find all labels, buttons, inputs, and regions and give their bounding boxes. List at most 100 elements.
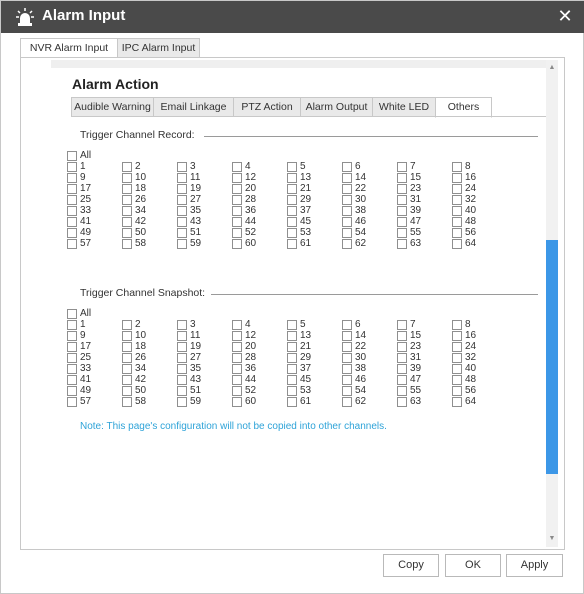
checkbox-box[interactable] [67, 217, 77, 227]
checkbox-box[interactable] [232, 228, 242, 238]
checkbox-box[interactable] [397, 195, 407, 205]
checkbox-box[interactable] [397, 386, 407, 396]
tab-audible-warning[interactable]: Audible Warning [71, 97, 154, 117]
checkbox-box[interactable] [397, 206, 407, 216]
checkbox-box[interactable] [67, 239, 77, 249]
tab-others[interactable]: Others [435, 97, 492, 118]
checkbox-box[interactable] [232, 162, 242, 172]
checkbox-box[interactable] [177, 353, 187, 363]
checkbox-box[interactable] [452, 397, 462, 407]
checkbox-box[interactable] [177, 162, 187, 172]
checkbox-box[interactable] [397, 364, 407, 374]
checkbox-box[interactable] [452, 239, 462, 249]
checkbox-box[interactable] [452, 162, 462, 172]
checkbox-box[interactable] [287, 375, 297, 385]
checkbox-box[interactable] [397, 320, 407, 330]
checkbox-box[interactable] [342, 386, 352, 396]
scroll-thumb[interactable] [546, 240, 558, 474]
checkbox-box[interactable] [177, 320, 187, 330]
checkbox-box[interactable] [122, 364, 132, 374]
checkbox-box[interactable] [452, 331, 462, 341]
checkbox-box[interactable] [232, 342, 242, 352]
checkbox-box[interactable] [177, 173, 187, 183]
checkbox-box[interactable] [452, 206, 462, 216]
checkbox-box[interactable] [452, 173, 462, 183]
ok-button[interactable]: OK [445, 554, 501, 577]
checkbox-box[interactable] [232, 173, 242, 183]
checkbox-box[interactable] [177, 342, 187, 352]
checkbox-box[interactable] [177, 184, 187, 194]
checkbox-box[interactable] [342, 184, 352, 194]
checkbox-box[interactable] [452, 364, 462, 374]
checkbox-box[interactable] [177, 228, 187, 238]
checkbox-box[interactable] [342, 375, 352, 385]
checkbox-box[interactable] [287, 184, 297, 194]
checkbox-box[interactable] [397, 342, 407, 352]
checkbox-box[interactable] [67, 320, 77, 330]
tab-nvr-alarm-input[interactable]: NVR Alarm Input [20, 38, 118, 58]
checkbox-box[interactable] [232, 206, 242, 216]
checkbox-box[interactable] [122, 162, 132, 172]
checkbox-box[interactable] [122, 386, 132, 396]
checkbox-box[interactable] [177, 206, 187, 216]
copy-button[interactable]: Copy [383, 554, 439, 577]
checkbox-box[interactable] [342, 353, 352, 363]
checkbox-box[interactable] [287, 162, 297, 172]
checkbox-box[interactable] [177, 195, 187, 205]
checkbox-box[interactable] [67, 206, 77, 216]
checkbox-box[interactable] [397, 239, 407, 249]
checkbox-box[interactable] [287, 217, 297, 227]
checkbox-box[interactable] [177, 239, 187, 249]
checkbox-box[interactable] [287, 320, 297, 330]
checkbox-box[interactable] [342, 239, 352, 249]
checkbox-box[interactable] [287, 173, 297, 183]
checkbox-box[interactable] [232, 375, 242, 385]
checkbox-box[interactable] [122, 195, 132, 205]
checkbox-box[interactable] [342, 206, 352, 216]
checkbox-box[interactable] [232, 320, 242, 330]
checkbox-box[interactable] [397, 162, 407, 172]
checkbox-box[interactable] [67, 353, 77, 363]
checkbox-box[interactable] [67, 184, 77, 194]
checkbox-box[interactable] [122, 228, 132, 238]
checkbox-box[interactable] [177, 397, 187, 407]
checkbox-box[interactable] [177, 375, 187, 385]
checkbox-box[interactable] [67, 195, 77, 205]
checkbox-box[interactable] [67, 375, 77, 385]
checkbox-box[interactable] [67, 228, 77, 238]
checkbox-box[interactable] [122, 217, 132, 227]
checkbox-box[interactable] [232, 353, 242, 363]
vertical-scrollbar[interactable]: ▲ ▼ [546, 60, 558, 547]
checkbox-box[interactable] [232, 397, 242, 407]
checkbox-box[interactable] [397, 331, 407, 341]
checkbox-box[interactable] [342, 364, 352, 374]
checkbox-box[interactable] [177, 331, 187, 341]
checkbox-box[interactable] [397, 353, 407, 363]
checkbox-box[interactable] [287, 386, 297, 396]
checkbox-box[interactable] [177, 386, 187, 396]
checkbox-box[interactable] [397, 217, 407, 227]
checkbox-box[interactable] [232, 217, 242, 227]
checkbox-box[interactable] [67, 342, 77, 352]
checkbox-box[interactable] [122, 184, 132, 194]
tab-ptz-action[interactable]: PTZ Action [233, 97, 301, 117]
checkbox-box[interactable] [67, 162, 77, 172]
checkbox-box[interactable] [122, 353, 132, 363]
checkbox-box[interactable] [232, 195, 242, 205]
checkbox-box[interactable] [287, 206, 297, 216]
checkbox-box[interactable] [67, 331, 77, 341]
checkbox-box[interactable] [397, 375, 407, 385]
checkbox-box[interactable] [287, 331, 297, 341]
checkbox-box[interactable] [342, 195, 352, 205]
checkbox-box[interactable] [122, 331, 132, 341]
checkbox-box[interactable] [122, 375, 132, 385]
checkbox-box[interactable] [342, 228, 352, 238]
checkbox-box[interactable] [452, 195, 462, 205]
checkbox-box[interactable] [67, 309, 77, 319]
tab-email-linkage[interactable]: Email Linkage [153, 97, 234, 117]
checkbox-box[interactable] [122, 206, 132, 216]
apply-button[interactable]: Apply [506, 554, 563, 577]
checkbox-box[interactable] [287, 397, 297, 407]
checkbox-box[interactable] [452, 228, 462, 238]
checkbox-box[interactable] [67, 151, 77, 161]
